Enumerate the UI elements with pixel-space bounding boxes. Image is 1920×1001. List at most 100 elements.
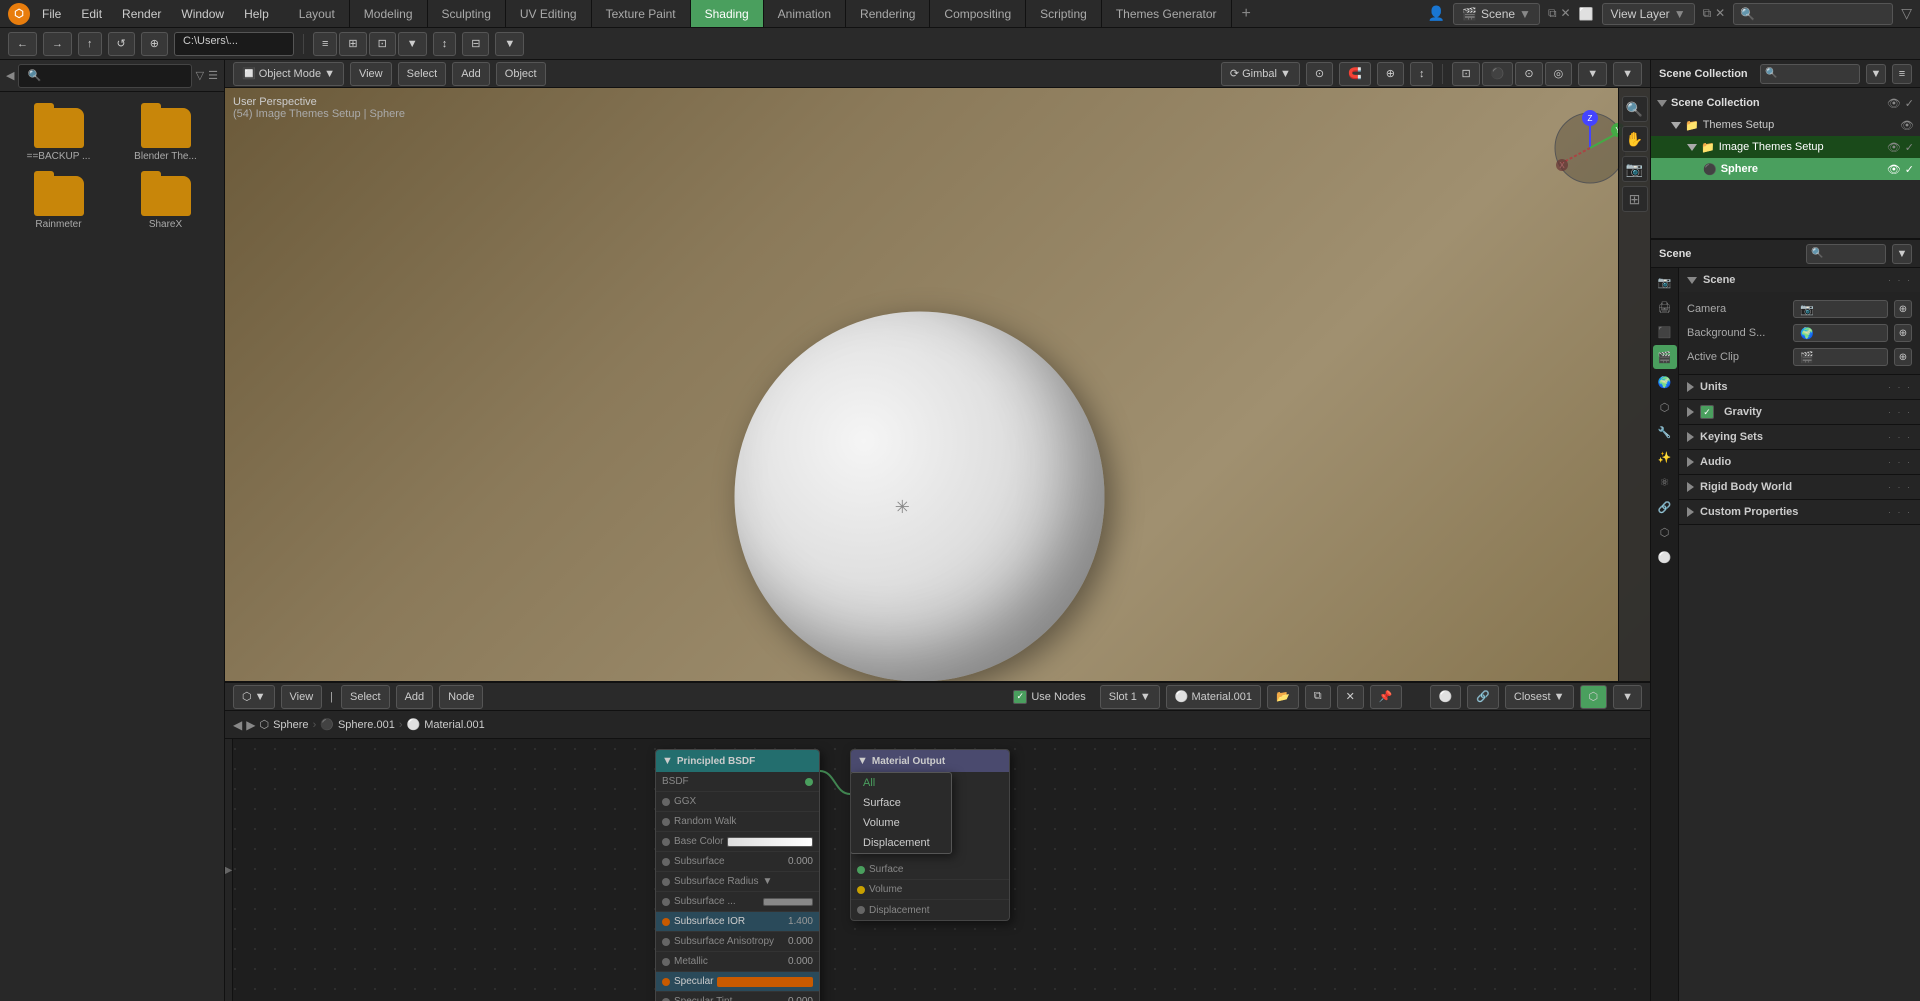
nav-refresh-button[interactable]: ↺ xyxy=(108,32,135,56)
nav-forward-button[interactable]: → xyxy=(43,32,72,56)
proportional-edit-button[interactable]: ⊙ xyxy=(1306,62,1333,86)
outliner-view-button[interactable]: ≡ xyxy=(1892,64,1912,84)
background-pick-button[interactable]: ⊕ xyxy=(1894,324,1912,342)
menu-help[interactable]: Help xyxy=(236,5,277,23)
node-node-button[interactable]: Node xyxy=(439,685,483,709)
material-copy-button[interactable]: ⧉ xyxy=(1305,685,1331,709)
list-item[interactable]: Rainmeter xyxy=(8,172,109,234)
slot-selector[interactable]: Slot 1 ▼ xyxy=(1100,685,1160,709)
node-color-button[interactable]: ⬡ xyxy=(1580,685,1608,709)
breadcrumb-sphere[interactable]: Sphere xyxy=(273,719,308,731)
panel-filter-icon[interactable]: ▽ xyxy=(196,69,204,82)
scene-section-header[interactable]: Scene · · · xyxy=(1679,268,1920,292)
collection-view-button[interactable]: ⊞ xyxy=(1622,186,1648,212)
image-themes-eye-icon[interactable]: 👁 xyxy=(1887,141,1901,154)
image-themes-setup-item[interactable]: 📁 Image Themes Setup 👁 ✓ xyxy=(1651,136,1920,158)
preview-view-button[interactable]: ⊡ xyxy=(369,32,396,56)
list-item[interactable]: Blender The... xyxy=(115,104,216,166)
sphere-select-icon[interactable]: ✓ xyxy=(1905,163,1914,176)
node-left-arrow[interactable]: ◀ xyxy=(233,718,242,732)
material-browse-button[interactable]: 📂 xyxy=(1267,685,1299,709)
outliner-filter[interactable]: 🔍 xyxy=(1760,64,1860,84)
bsdf-node-card[interactable]: ▼ Principled BSDF BSDF GGX xyxy=(655,749,820,1001)
filter-options-button[interactable]: ▼ xyxy=(495,32,524,56)
rigid-body-section-header[interactable]: Rigid Body World · · · xyxy=(1679,475,1920,499)
properties-filter[interactable]: 🔍 xyxy=(1806,244,1886,264)
filter-icon[interactable]: ▽ xyxy=(1901,5,1912,22)
add-workspace-button[interactable]: + xyxy=(1232,0,1261,27)
view-layer-selector[interactable]: View Layer ▼ xyxy=(1602,3,1695,25)
node-link-button[interactable]: 🔗 xyxy=(1467,685,1499,709)
closest-button[interactable]: Closest ▼ xyxy=(1505,685,1574,709)
list-item[interactable]: ShareX xyxy=(115,172,216,234)
tab-rendering[interactable]: Rendering xyxy=(846,0,930,27)
properties-options-button[interactable]: ▼ xyxy=(1892,244,1912,264)
panel-collapse-icon[interactable]: ◀ xyxy=(6,69,14,82)
sphere-item[interactable]: ⚫ Sphere 👁 ✓ xyxy=(1651,158,1920,180)
camera-view-button[interactable]: 📷 xyxy=(1622,156,1648,182)
viewport-select-button[interactable]: Select xyxy=(398,62,447,86)
tab-scripting[interactable]: Scripting xyxy=(1026,0,1102,27)
use-nodes-toggle[interactable]: ✓ Use Nodes xyxy=(1013,690,1085,704)
node-view-button[interactable]: View xyxy=(281,685,323,709)
zoom-in-button[interactable]: 🔍 xyxy=(1622,96,1648,122)
render-props-tab[interactable]: 📷 xyxy=(1653,270,1677,294)
breadcrumb-material[interactable]: Material.001 xyxy=(424,719,485,731)
shader-type-button[interactable]: ⚪ xyxy=(1430,685,1462,709)
dropdown-volume[interactable]: Volume xyxy=(851,813,951,833)
material-preview-button[interactable]: ⊙ xyxy=(1515,62,1542,86)
menu-render[interactable]: Render xyxy=(114,5,169,23)
themes-eye-icon[interactable]: 👁 xyxy=(1900,119,1914,132)
grid-view-button[interactable]: ⊞ xyxy=(339,32,366,56)
node-right-arrow[interactable]: ▶ xyxy=(246,718,255,732)
viewport-view-button[interactable]: View xyxy=(350,62,392,86)
scene-collection-item[interactable]: Scene Collection 👁 ✓ xyxy=(1651,92,1920,114)
themes-setup-item[interactable]: 📁 Themes Setup 👁 xyxy=(1651,114,1920,136)
node-editor-type-button[interactable]: ⬡ ▼ xyxy=(233,685,275,709)
filter-toggle-button[interactable]: ⊟ xyxy=(462,32,489,56)
material-close-button[interactable]: ✕ xyxy=(1337,685,1364,709)
output-props-tab[interactable]: 🖨 xyxy=(1653,295,1677,319)
wireframe-button[interactable]: ⊡ xyxy=(1452,62,1479,86)
modifier-props-tab[interactable]: 🔧 xyxy=(1653,420,1677,444)
viewport-overlay-button[interactable]: ▼ xyxy=(1578,62,1607,86)
material-selector[interactable]: ⚪ Material.001 xyxy=(1166,685,1261,709)
view-options-button[interactable]: ▼ xyxy=(398,32,427,56)
outliner-options-button[interactable]: ▼ xyxy=(1866,64,1886,84)
physics-props-tab[interactable]: ⚛ xyxy=(1653,470,1677,494)
camera-pick-button[interactable]: ⊕ xyxy=(1894,300,1912,318)
use-nodes-checkbox[interactable]: ✓ xyxy=(1013,690,1027,704)
viewport-add-button[interactable]: Add xyxy=(452,62,490,86)
output-dropdown[interactable]: All Surface Volume Displacement xyxy=(850,772,952,854)
gimbal-button[interactable]: ⟳ Gimbal ▼ xyxy=(1221,62,1300,86)
viewport-editor-type-button[interactable]: 🔲 Object Mode ▼ xyxy=(233,62,344,86)
world-props-tab[interactable]: 🌍 xyxy=(1653,370,1677,394)
viewport-object-button[interactable]: Object xyxy=(496,62,546,86)
tab-modeling[interactable]: Modeling xyxy=(350,0,428,27)
menu-edit[interactable]: Edit xyxy=(73,5,110,23)
material-props-tab[interactable]: ⚪ xyxy=(1653,545,1677,569)
node-display-button[interactable]: ▼ xyxy=(1613,685,1642,709)
keying-sets-section-header[interactable]: Keying Sets · · · xyxy=(1679,425,1920,449)
sort-button[interactable]: ↕ xyxy=(433,32,457,56)
solid-button[interactable]: ⚫ xyxy=(1482,62,1514,86)
view-layer-copy-icon[interactable]: ⧉ xyxy=(1703,6,1712,21)
breadcrumb-sphere001[interactable]: Sphere.001 xyxy=(338,719,395,731)
object-props-tab[interactable]: ⬡ xyxy=(1653,395,1677,419)
view-layer-props-tab[interactable]: ⬛ xyxy=(1653,320,1677,344)
background-field-value[interactable]: 🌍 xyxy=(1793,324,1888,342)
eye-icon[interactable]: 👁 xyxy=(1887,97,1901,110)
dropdown-displacement[interactable]: Displacement xyxy=(851,833,951,853)
tab-compositing[interactable]: Compositing xyxy=(930,0,1026,27)
snap-button[interactable]: 🧲 xyxy=(1339,62,1371,86)
subsub-bar[interactable] xyxy=(763,898,813,906)
image-themes-check-icon[interactable]: ✓ xyxy=(1905,141,1914,154)
menu-window[interactable]: Window xyxy=(173,5,232,23)
tab-uv-editing[interactable]: UV Editing xyxy=(506,0,592,27)
scene-props-tab[interactable]: 🎬 xyxy=(1653,345,1677,369)
nav-up-button[interactable]: ↑ xyxy=(78,32,102,56)
activeclip-pick-button[interactable]: ⊕ xyxy=(1894,348,1912,366)
file-search[interactable]: 🔍 xyxy=(18,64,191,88)
exclude-icon[interactable]: ✓ xyxy=(1905,97,1914,110)
node-add-button[interactable]: Add xyxy=(396,685,434,709)
